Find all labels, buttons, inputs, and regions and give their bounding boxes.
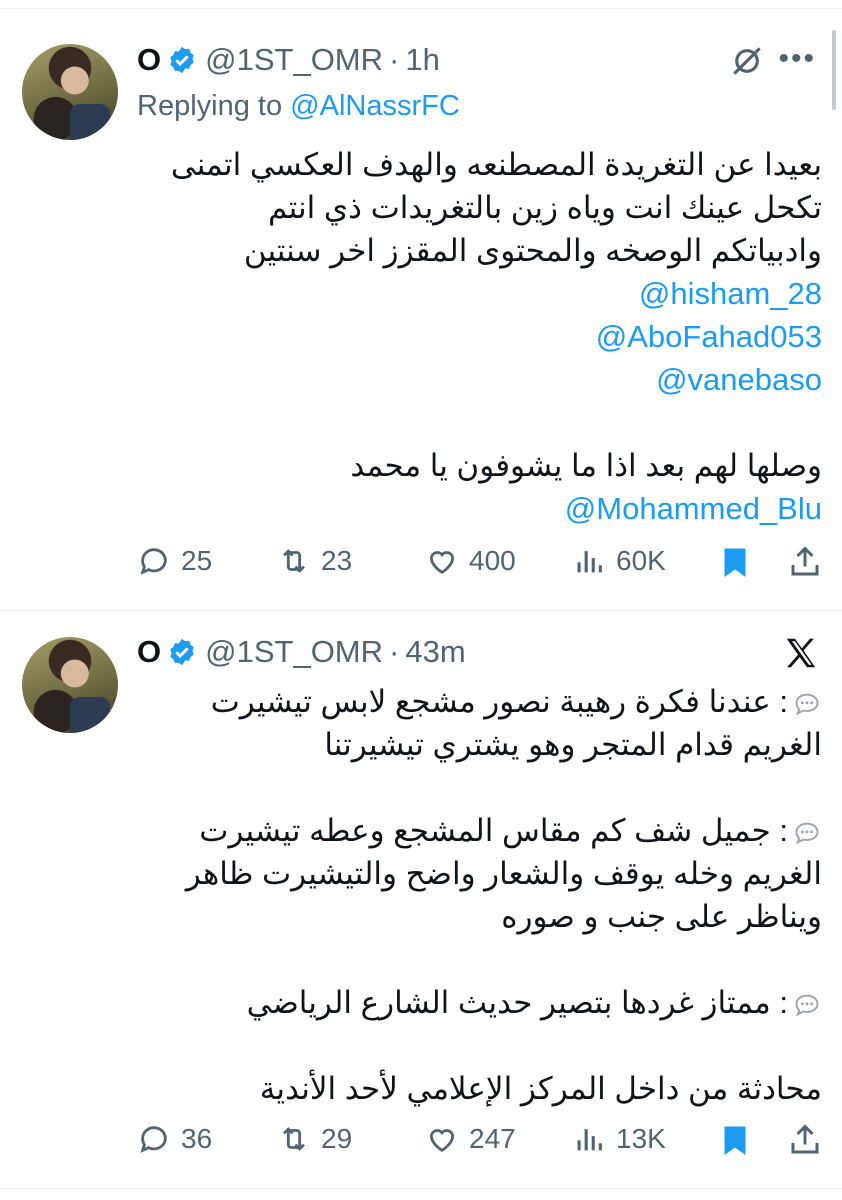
avatar[interactable]: [22, 637, 118, 733]
mention-link[interactable]: @vanebaso: [137, 358, 822, 401]
retweet-icon: [283, 1127, 305, 1151]
reply-icon: [140, 548, 167, 575]
avatar[interactable]: [22, 44, 118, 140]
share-icon[interactable]: [787, 544, 823, 580]
share-icon[interactable]: [787, 1122, 823, 1158]
reply-button[interactable]: 25: [137, 544, 212, 578]
author-name[interactable]: O: [137, 634, 161, 670]
reply-icon: [140, 1126, 167, 1153]
text-line: ويناظر على جنب و صوره: [501, 899, 822, 934]
tweet-header: O @1ST_OMR · 43m: [137, 632, 466, 672]
views-count: 13K: [616, 1123, 666, 1154]
slash-circle-icon[interactable]: [728, 42, 766, 80]
speech-bubble-icon: [795, 822, 819, 845]
text-line: : جميل شف كم مقاس المشجع وعطه تيشيرت: [137, 809, 822, 852]
speech-bubble-icon: [795, 994, 819, 1017]
retweet-icon: [283, 549, 305, 573]
tweet-header: O @1ST_OMR · 1h: [137, 40, 440, 80]
like-icon: [429, 551, 455, 574]
separator-dot: ·: [389, 42, 400, 77]
text-line: وادبياتكم الوصخه والمحتوى المقزز اخر سنت…: [243, 233, 822, 268]
text-line: تكحل عينك انت وياه زين بالتغريدات ذي انت…: [268, 190, 822, 225]
text-line: : عندنا فكرة رهيبة نصور مشجع لابس تيشيرت: [137, 680, 822, 723]
reply-button[interactable]: 36: [137, 1122, 212, 1156]
views-count: 60K: [616, 545, 666, 576]
replying-prefix: Replying to: [137, 90, 291, 122]
text-line: الغريم قدام المتجر وهو يشتري تيشيرتنا: [324, 727, 822, 762]
replying-to: Replying to @AlNassrFC: [137, 90, 460, 123]
tweet-text: بعيدا عن التغريدة المصطنعه والهدف العكسي…: [137, 143, 822, 530]
separator-dot: ·: [389, 634, 400, 669]
mention-link[interactable]: @AboFahad053: [137, 315, 822, 358]
verified-badge-icon: [170, 638, 194, 666]
author-handle[interactable]: @1ST_OMR: [205, 42, 383, 78]
mention-link[interactable]: @Mohammed_Blu: [137, 487, 822, 530]
retweet-button[interactable]: 23: [277, 544, 352, 578]
reply-count: 36: [181, 1123, 213, 1154]
views-icon: [577, 1129, 602, 1151]
speech-bubble-icon: [795, 693, 819, 716]
tweet-divider: [0, 1188, 842, 1189]
author-handle[interactable]: @1ST_OMR: [205, 634, 383, 670]
x-logo-icon[interactable]: [782, 634, 820, 672]
scrollbar[interactable]: [832, 30, 836, 110]
timestamp[interactable]: 1h: [405, 42, 439, 78]
views-icon: [577, 551, 602, 573]
like-count: 247: [469, 1123, 516, 1154]
more-icon[interactable]: •••: [778, 42, 816, 76]
like-icon: [429, 1129, 455, 1152]
bookmark-icon[interactable]: [717, 544, 753, 580]
action-bar: 36 29 247 13K: [137, 1122, 827, 1162]
text-line: بعيدا عن التغريدة المصطنعه والهدف العكسي…: [170, 147, 822, 182]
like-count: 400: [469, 545, 516, 576]
retweet-count: 29: [321, 1123, 353, 1154]
like-button[interactable]: 247: [425, 1122, 516, 1156]
text-line: : ممتاز غردها بتصير حديث الشارع الرياضي: [137, 981, 822, 1024]
mention-link[interactable]: @hisham_28: [137, 272, 822, 315]
replying-to-link[interactable]: @AlNassrFC: [290, 90, 460, 122]
top-divider: [0, 0, 842, 9]
tweet-text: : عندنا فكرة رهيبة نصور مشجع لابس تيشيرت…: [137, 680, 822, 1110]
verified-badge-icon: [170, 46, 194, 74]
timestamp[interactable]: 43m: [405, 634, 465, 670]
text-line: محادثة من داخل المركز الإعلامي لأحد الأن…: [259, 1071, 822, 1106]
like-button[interactable]: 400: [425, 544, 516, 578]
bookmark-icon[interactable]: [717, 1122, 753, 1158]
retweet-button[interactable]: 29: [277, 1122, 352, 1156]
text-line: وصلها لهم بعد اذا ما يشوفون يا محمد: [350, 448, 822, 483]
text-line: الغريم وخله يوقف والشعار واضح والتيشيرت …: [185, 856, 822, 891]
action-bar: 25 23 400 60K: [137, 544, 827, 584]
views-button[interactable]: 60K: [572, 544, 666, 578]
reply-count: 25: [181, 545, 213, 576]
author-name[interactable]: O: [137, 42, 161, 78]
views-button[interactable]: 13K: [572, 1122, 666, 1156]
retweet-count: 23: [321, 545, 353, 576]
tweet-divider: [0, 610, 842, 611]
